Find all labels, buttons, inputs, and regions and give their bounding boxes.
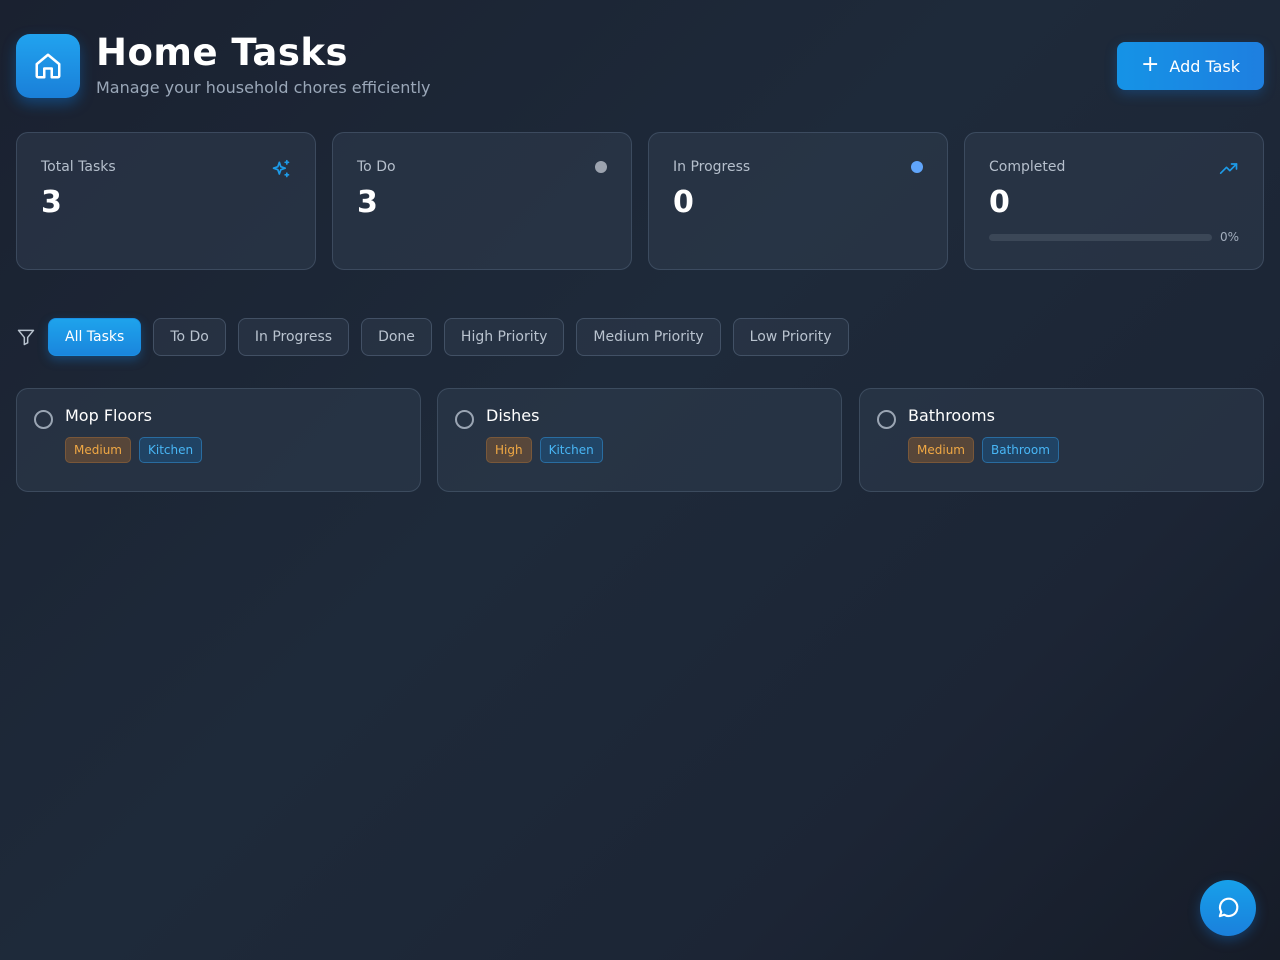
home-icon	[35, 53, 61, 79]
chat-button[interactable]	[1200, 880, 1256, 936]
stat-value: 0	[673, 185, 694, 220]
status-indicator	[595, 159, 607, 173]
filter-bar: All Tasks To Do In Progress Done High Pr…	[16, 318, 861, 356]
task-name: Mop Floors	[65, 406, 152, 425]
gray-dot-icon	[595, 161, 607, 173]
filter-low-priority[interactable]: Low Priority	[732, 318, 849, 356]
stat-label: To Do	[357, 159, 396, 175]
task-name: Bathrooms	[908, 406, 995, 425]
filter-done[interactable]: Done	[361, 318, 432, 356]
page-header: Home Tasks Manage your household chores …	[16, 31, 1264, 100]
task-name: Dishes	[486, 406, 540, 425]
completion-progress-bar	[989, 234, 1212, 241]
task-complete-checkbox[interactable]	[455, 410, 474, 429]
page-subtitle: Manage your household chores efficiently	[96, 78, 431, 97]
task-card[interactable]: Mop Floors Medium Kitchen	[16, 388, 421, 492]
stat-label: In Progress	[673, 159, 751, 175]
task-card[interactable]: Bathrooms Medium Bathroom	[859, 388, 1264, 492]
priority-badge: High	[486, 437, 532, 463]
priority-badge: Medium	[908, 437, 974, 463]
filter-in-progress[interactable]: In Progress	[237, 318, 350, 356]
filter-all-tasks[interactable]: All Tasks	[48, 318, 142, 356]
plus-icon: +	[1140, 52, 1160, 77]
filter-to-do[interactable]: To Do	[153, 318, 226, 356]
status-indicator	[911, 159, 923, 173]
trending-up-icon	[1219, 159, 1239, 183]
room-badge: Kitchen	[539, 437, 603, 463]
priority-badge: Medium	[65, 437, 131, 463]
stat-value: 0	[989, 185, 1010, 220]
stat-label: Completed	[989, 159, 1066, 175]
stat-card-in-progress: In Progress 0	[648, 132, 948, 270]
task-complete-checkbox[interactable]	[34, 410, 53, 429]
task-list: Mop Floors Medium Kitchen Dishes High Ki…	[16, 388, 1264, 492]
filter-medium-priority[interactable]: Medium Priority	[576, 318, 721, 356]
app-logo	[16, 34, 80, 98]
page-title: Home Tasks	[96, 31, 349, 74]
filter-icon	[16, 327, 36, 347]
add-task-label: Add Task	[1169, 56, 1241, 76]
progress-percent: 0%	[1219, 230, 1239, 244]
task-tags: Medium Bathroom	[908, 437, 1067, 463]
blue-dot-icon	[911, 161, 923, 173]
add-task-button[interactable]: + Add Task	[1117, 42, 1264, 90]
room-badge: Bathroom	[981, 437, 1059, 463]
room-badge: Kitchen	[138, 437, 203, 463]
sparkles-icon	[271, 159, 291, 183]
chat-icon	[1218, 897, 1239, 918]
stat-value: 3	[357, 185, 378, 220]
task-card[interactable]: Dishes High Kitchen	[437, 388, 842, 492]
task-tags: Medium Kitchen	[65, 437, 210, 463]
stats-row: Total Tasks 3 To Do 3 In Progress 0 Comp…	[16, 132, 1264, 270]
task-complete-checkbox[interactable]	[877, 410, 896, 429]
stat-card-todo: To Do 3	[332, 132, 632, 270]
stat-card-total: Total Tasks 3	[16, 132, 316, 270]
stat-value: 3	[41, 185, 62, 220]
filter-high-priority[interactable]: High Priority	[443, 318, 565, 356]
stat-card-completed: Completed 0 0%	[964, 132, 1264, 270]
task-tags: High Kitchen	[486, 437, 611, 463]
stat-label: Total Tasks	[41, 159, 116, 175]
